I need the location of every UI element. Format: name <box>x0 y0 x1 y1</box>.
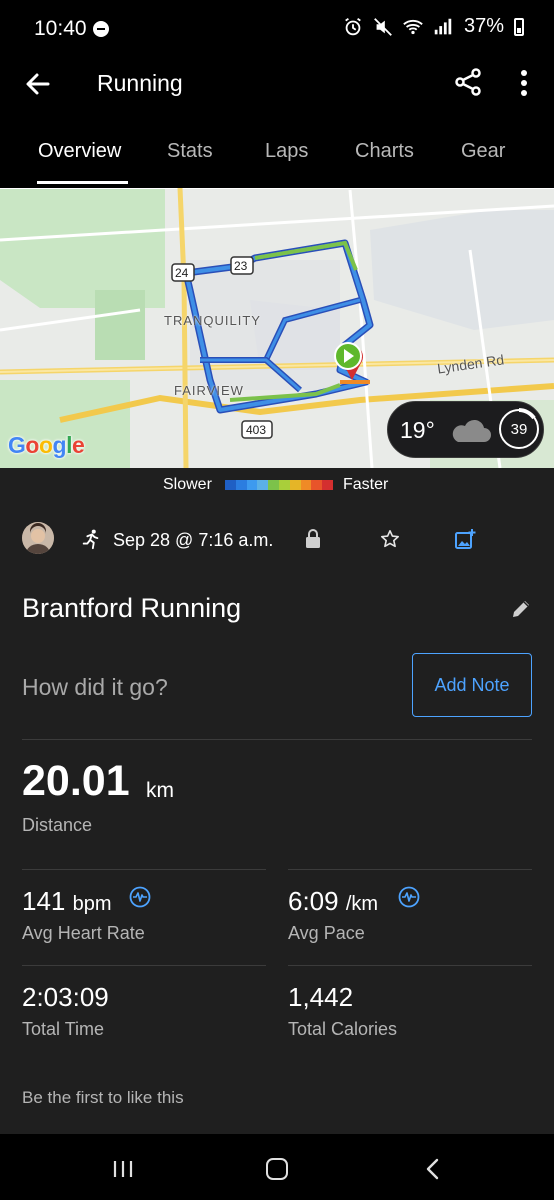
pace-color-segment <box>311 480 323 490</box>
pulse-icon[interactable] <box>129 886 151 908</box>
divider <box>22 965 266 966</box>
status-icons: 37% <box>342 15 524 38</box>
pace-legend: Slower Faster <box>0 476 554 496</box>
pace-color-segment <box>225 480 236 490</box>
like-prompt[interactable]: Be the first to like this <box>22 1088 184 1108</box>
system-back-icon[interactable] <box>425 1158 441 1180</box>
alarm-icon <box>345 17 361 35</box>
total-time-label: Total Time <box>22 1019 105 1039</box>
status-time: 10:40 <box>34 17 87 40</box>
recents-icon[interactable] <box>112 1160 134 1178</box>
pace-label: Avg Pace <box>288 923 365 943</box>
tab-bar: Overview Stats Laps Charts Gear <box>0 130 554 186</box>
route-shield-23: 23 <box>234 259 248 273</box>
pace-color-segment <box>322 480 333 490</box>
heart-rate-value: 141 <box>22 886 66 916</box>
heart-rate-unit: bpm <box>72 893 112 915</box>
more-options-icon[interactable] <box>510 66 538 100</box>
home-icon[interactable] <box>266 1158 288 1180</box>
cloud-icon <box>452 419 491 442</box>
divider <box>288 965 532 966</box>
pace-color-segment <box>278 480 290 490</box>
battery-icon <box>514 17 524 36</box>
map-label-fairview: FAIRVIEW <box>174 383 244 398</box>
heart-rate-stat: 141 bpm <box>22 886 112 917</box>
heart-rate-label: Avg Heart Rate <box>22 923 145 943</box>
pencil-icon[interactable] <box>510 598 532 620</box>
pace-color-segment <box>235 480 247 490</box>
star-icon[interactable] <box>380 529 400 549</box>
legend-slower-label: Slower <box>163 476 212 493</box>
activity-date: Sep 28 @ 7:16 a.m. <box>113 530 274 550</box>
back-arrow-icon[interactable] <box>22 68 54 100</box>
battery-percent: 37% <box>463 15 504 37</box>
running-icon <box>82 529 99 550</box>
legend-faster-label: Faster <box>343 476 389 493</box>
google-logo: Google <box>8 432 85 458</box>
total-calories-value: 1,442 <box>288 982 354 1012</box>
lock-icon[interactable] <box>304 529 322 549</box>
mute-icon <box>374 17 392 36</box>
system-nav-bar <box>0 1134 554 1200</box>
route-shield-24: 24 <box>175 266 189 280</box>
tab-indicator <box>37 181 128 184</box>
pulse-icon[interactable] <box>398 886 420 908</box>
route-shield-403: 403 <box>246 423 267 437</box>
divider <box>22 869 266 870</box>
total-calories-label: Total Calories <box>288 1019 398 1039</box>
pace-color-segment <box>300 480 312 490</box>
wifi-icon <box>403 19 423 34</box>
avatar-image <box>22 522 54 554</box>
tab-laps[interactable]: Laps <box>265 140 308 163</box>
pace-color-segment <box>289 480 301 490</box>
weather-temperature: 19° <box>400 417 435 443</box>
weather-value: 39 <box>510 421 528 438</box>
weather-badge: 19° 39 <box>387 401 544 458</box>
share-icon[interactable] <box>452 66 484 98</box>
distance-label: Distance <box>22 815 93 835</box>
divider <box>22 739 532 740</box>
avatar[interactable] <box>22 522 54 554</box>
pace-color-scale <box>225 480 333 490</box>
note-prompt: How did it go? <box>22 674 168 700</box>
page-title: Running <box>97 70 183 96</box>
tab-gear[interactable]: Gear <box>461 140 505 163</box>
pace-color-segment <box>257 480 269 490</box>
map-label-tranquility: TRANQUILITY <box>164 313 261 328</box>
add-note-button[interactable]: Add Note <box>412 653 532 717</box>
tab-stats[interactable]: Stats <box>167 140 213 163</box>
pace-unit: /km <box>345 893 379 915</box>
distance-value: 20.01 <box>22 757 130 805</box>
add-photo-icon[interactable] <box>454 528 476 550</box>
status-bar: 10:40 37% <box>0 0 554 58</box>
total-time-value: 2:03:09 <box>22 982 109 1012</box>
signal-icon <box>434 18 452 34</box>
tab-overview[interactable]: Overview <box>38 140 121 163</box>
distance-unit: km <box>146 779 174 802</box>
pace-value: 6:09 <box>288 886 339 916</box>
tab-charts[interactable]: Charts <box>355 140 414 163</box>
activity-name: Brantford Running <box>22 593 242 623</box>
pace-color-segment <box>268 480 279 490</box>
app-bar: Running <box>0 58 554 112</box>
pace-color-segment <box>246 480 258 490</box>
do-not-disturb-icon <box>93 21 109 37</box>
pace-stat: 6:09 /km <box>288 886 378 917</box>
divider <box>288 869 532 870</box>
